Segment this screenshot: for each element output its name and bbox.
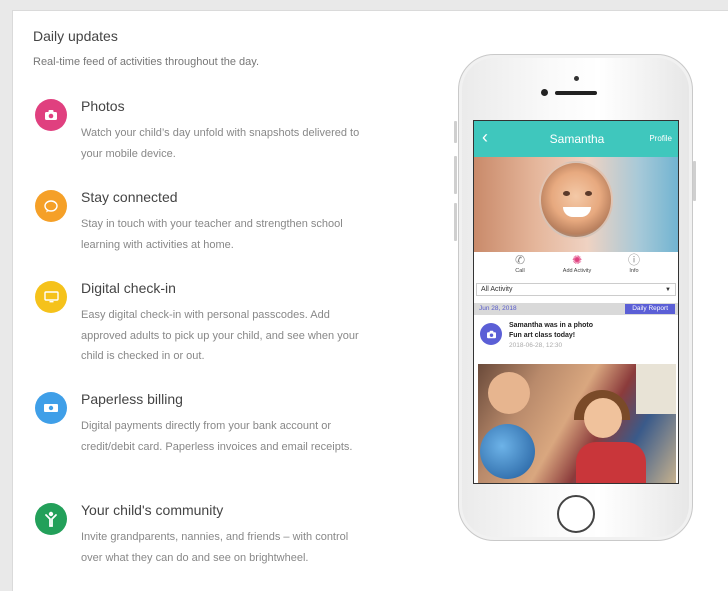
feature-digital-check-in: Digital check-in Easy digital check-in w… [35,280,359,370]
phone-side-button [454,156,457,194]
feature-description: Easy digital check-in with personal pass… [81,309,359,362]
camera-icon [35,99,67,131]
action-bar: ✆ Call ✺ Add Activity ⓘ Info [474,252,678,280]
tablet-icon [35,281,67,313]
feature-stay-connected: Stay connected Stay in touch with your t… [35,189,355,259]
feature-description: Watch your child’s day unfold with snaps… [81,127,360,160]
date-band: Jun 28, 2018 Daily Report [474,303,678,315]
action-label: Info [629,268,639,274]
phone-icon: ✆ [514,253,526,267]
profile-link[interactable]: Profile [649,134,672,143]
daily-updates-card: Daily updates Real-time feed of activiti… [12,10,728,591]
caret-down-icon: ▼ [665,287,671,293]
avatar-eye [563,191,570,196]
activity-filter-select[interactable]: All Activity ▼ [476,283,676,296]
feature-photos: Photos Watch your child’s day unfold wit… [35,98,359,168]
phone-mockup: ‹ Samantha Profile ✆ Call ✺ Add Activity… [458,54,693,541]
phone-sensor [541,89,548,96]
section-title: Daily updates [33,28,118,44]
post-timestamp: 2018-06-28, 12:30 [509,342,563,349]
home-button [557,495,595,533]
feature-title: Digital check-in [81,280,176,296]
money-bill-icon [35,392,67,424]
feature-title: Your child's community [81,502,224,518]
feature-title: Paperless billing [81,391,183,407]
app-title: Samantha [549,132,605,146]
photo-child [488,372,530,414]
feature-description: Invite grandparents, nannies, and friend… [81,531,349,564]
phone-screen: ‹ Samantha Profile ✆ Call ✺ Add Activity… [473,120,679,484]
child-avatar [539,161,613,239]
info-icon: ⓘ [627,253,640,267]
phone-camera [574,76,579,81]
activity-pinwheel-icon: ✺ [571,253,583,267]
chat-bubble-icon [35,190,67,222]
photo-child [584,398,622,438]
feature-description: Digital payments directly from your bank… [81,420,353,453]
action-label: Add Activity [562,268,592,274]
feed-post[interactable]: Samantha was in a photo Fun art class to… [474,319,678,359]
camera-icon [480,323,502,345]
phone-speaker [555,91,597,95]
info-action[interactable]: ⓘ Info [604,252,664,274]
feed-date: Jun 28, 2018 [479,305,517,312]
child-cover-photo [474,157,678,252]
post-photo[interactable] [478,364,676,483]
section-subtitle: Real-time feed of activities throughout … [33,56,260,68]
phone-side-button [454,203,457,241]
photo-background [636,364,676,414]
person-icon [35,503,67,535]
feature-description: Stay in touch with your teacher and stre… [81,218,343,251]
avatar-eye [585,191,592,196]
phone-side-button [454,121,457,143]
feature-title: Stay connected [81,189,178,205]
photo-child-shirt [576,442,646,483]
post-caption: Fun art class today! [509,332,576,339]
photo-globe [480,424,535,479]
daily-report-button[interactable]: Daily Report [625,304,675,314]
feature-community: Your child's community Invite grandparen… [35,502,355,572]
call-action[interactable]: ✆ Call [490,252,550,274]
app-header: ‹ Samantha Profile [474,121,678,157]
avatar-smile [563,207,591,217]
add-activity-action[interactable]: ✺ Add Activity [547,252,607,274]
phone-side-button [693,161,696,201]
filter-value: All Activity [481,286,513,293]
post-headline: Samantha was in a photo [509,322,594,329]
feature-title: Photos [81,98,125,114]
action-label: Call [515,268,525,274]
feature-paperless-billing: Paperless billing Digital payments direc… [35,391,355,481]
